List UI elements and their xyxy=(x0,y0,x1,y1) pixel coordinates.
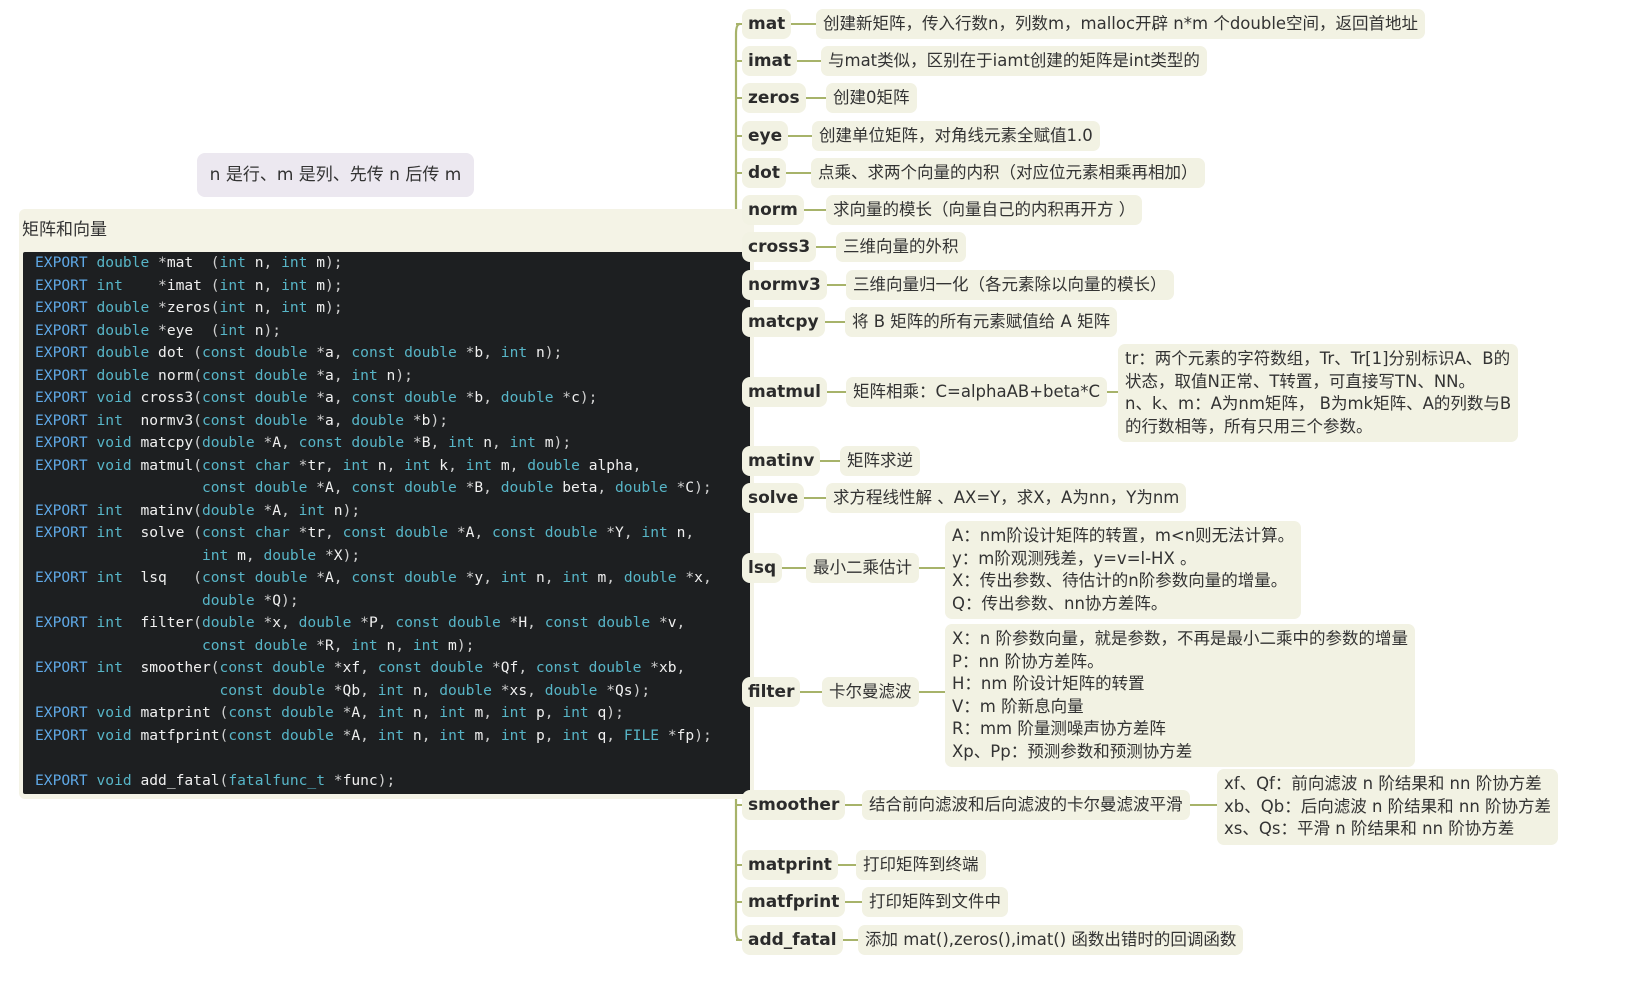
branch-note[interactable]: tr：两个元素的字符数组，Tr、Tr[1]分别标识A、B的 状态，取值N正常、T转… xyxy=(1118,344,1519,442)
code-line: double *Q); xyxy=(201,591,299,609)
branch-description[interactable]: 创建新矩阵，传入行数n，列数m，malloc开辟 n*m 个double空间，返… xyxy=(816,9,1426,39)
branch-node-eye[interactable]: eye xyxy=(742,121,789,151)
branch-node-add-fatal[interactable]: add_fatal xyxy=(742,925,843,955)
central-topic-title: 矩阵和向量 xyxy=(22,220,107,240)
code-line: EXPORT double *zeros(int n, int m); xyxy=(35,299,343,316)
code-line: EXPORT double dot (const double *a, cons… xyxy=(35,344,563,361)
branch-description[interactable]: 与mat类似，区别在于iamt创建的矩阵是int类型的 xyxy=(821,46,1207,76)
branch-node-matfprint[interactable]: matfprint xyxy=(742,887,846,917)
branch-node-cross3[interactable]: cross3 xyxy=(742,232,817,262)
branch-description[interactable]: 矩阵求逆 xyxy=(840,446,920,476)
branch-description[interactable]: 打印矩阵到文件中 xyxy=(862,887,1008,917)
branch-note[interactable]: A：nm阶设计矩阵的转置，m<n则无法计算。 y：m阶观测残差，y=v=l-HX … xyxy=(945,521,1302,619)
branch-description[interactable]: 最小二乘估计 xyxy=(806,553,919,583)
note-line: Q：传出参数、nn协方差阵。 xyxy=(952,593,1168,613)
code-line: int m, double *X); xyxy=(201,546,361,564)
note-line: xf、Qf：前向滤波 n 阶结果和 nn 阶协方差 xyxy=(1224,774,1542,793)
branch-description[interactable]: 结合前向滤波和后向滤波的卡尔曼滤波平滑 xyxy=(862,790,1190,820)
branch-node-zeros[interactable]: zeros xyxy=(742,83,806,113)
code-block: EXPORT double *mat (int n, int m); EXPORT… xyxy=(23,252,750,794)
code-line: EXPORT int filter(double *x, double *P, … xyxy=(35,614,686,631)
branch-node-matprint[interactable]: matprint xyxy=(742,850,838,880)
code-line: EXPORT int smoother(const double *xf, co… xyxy=(35,659,686,676)
branch-description[interactable]: 添加 mat(),zeros(),imat() 函数出错时的回调函数 xyxy=(858,925,1244,955)
code-line: EXPORT double *mat (int n, int m); xyxy=(35,254,343,271)
code-line: const double *A, const double *B, double… xyxy=(201,479,712,496)
code-line: EXPORT int solve (const char *tr, const … xyxy=(35,524,695,541)
branch-node-filter[interactable]: filter xyxy=(742,677,801,707)
branch-description[interactable]: 三维向量归一化（各元素除以向量的模长） xyxy=(846,270,1174,300)
branch-note[interactable]: X：n 阶参数向量，就是参数，不再是最小二乘中的参数的增量 P：nn 阶协方差阵。… xyxy=(945,624,1416,767)
branch-description[interactable]: 创建单位矩阵，对角线元素全赋值1.0 xyxy=(812,121,1100,151)
branch-node-matcpy[interactable]: matcpy xyxy=(742,307,825,337)
branch-node-mat[interactable]: mat xyxy=(742,9,792,39)
branch-node-norm[interactable]: norm xyxy=(742,195,804,225)
branch-node-lsq[interactable]: lsq xyxy=(742,553,783,583)
branch-node-smoother[interactable]: smoother xyxy=(742,790,846,820)
branch-description[interactable]: 求向量的模长（向量自己的内积再开方 ） xyxy=(826,195,1143,225)
note-line: 状态，取值N正常、T转置，可直接写TN、NN。 xyxy=(1125,371,1476,391)
note-line: tr：两个元素的字符数组，Tr、Tr[1]分别标识A、B的 xyxy=(1125,349,1511,368)
branch-description[interactable]: 将 B 矩阵的所有元素赋值给 A 矩阵 xyxy=(845,307,1118,337)
note-line: X：传出参数、待估计的n阶参数向量的增量。 xyxy=(952,571,1288,590)
note-line: A：nm阶设计矩阵的转置，m<n则无法计算。 xyxy=(952,526,1295,545)
branch-node-solve[interactable]: solve xyxy=(742,483,805,513)
note-line: n、k、m：A为nm矩阵， B为mk矩阵、A的列数与B xyxy=(1125,394,1512,413)
note-line: V：m 阶新息向量 xyxy=(952,696,1084,716)
branch-description[interactable]: 创建0矩阵 xyxy=(826,83,917,113)
branch-note[interactable]: xf、Qf：前向滤波 n 阶结果和 nn 阶协方差 xb、Qb：后向滤波 n 阶结… xyxy=(1217,769,1559,845)
branch-node-matmul[interactable]: matmul xyxy=(742,377,827,407)
branch-description[interactable]: 卡尔曼滤波 xyxy=(822,677,919,707)
branch-description[interactable]: 打印矩阵到终端 xyxy=(856,850,986,880)
note-line: Xp、Pp：预测参数和预测协方差 xyxy=(952,741,1193,761)
code-line: EXPORT void matprint (const double *A, i… xyxy=(35,704,624,721)
code-line: EXPORT int matinv(double *A, int n); xyxy=(35,501,361,519)
central-topic[interactable]: 矩阵和向量 EXPORT double *mat (int n, int m);… xyxy=(19,209,754,799)
note-line: y：m阶观测残差，y=v=l-HX 。 xyxy=(952,548,1197,568)
branch-node-normv3[interactable]: normv3 xyxy=(742,270,827,300)
note-line: X：n 阶参数向量，就是参数，不再是最小二乘中的参数的增量 xyxy=(952,629,1409,648)
branch-node-matinv[interactable]: matinv xyxy=(742,446,821,476)
code-line: EXPORT int normv3(const double *a, doubl… xyxy=(35,411,449,429)
note-line: P：nn 阶协方差阵。 xyxy=(952,651,1104,671)
code-line: EXPORT int *imat (int n, int m); xyxy=(35,276,343,294)
code-line: EXPORT int lsq (const double *A, const d… xyxy=(35,569,712,586)
code-line: EXPORT void matfprint(const double *A, i… xyxy=(35,726,712,744)
note-line: H：nm 阶设计矩阵的转置 xyxy=(952,674,1145,693)
note-line: xb、Qb：后向滤波 n 阶结果和 nn 阶协方差 xyxy=(1224,796,1552,816)
branch-description[interactable]: 三维向量的外积 xyxy=(836,232,966,262)
note-line: R：mm 阶量测噪声协方差阵 xyxy=(952,719,1166,738)
floating-note: n 是行、m 是列、先传 n 后传 m xyxy=(197,153,474,197)
code-line: EXPORT void matcpy(double *A, const doub… xyxy=(35,434,572,451)
note-line: 的行数相等，所有只用三个参数。 xyxy=(1125,416,1373,436)
branch-description[interactable]: 矩阵相乘：C=alphaAB+beta*C xyxy=(846,377,1107,407)
branch-description[interactable]: 求方程线性解 、AX=Y，求X，A为nn，Y为nm xyxy=(826,483,1187,513)
code-line: EXPORT double *eye (int n); xyxy=(35,321,282,339)
branch-node-dot[interactable]: dot xyxy=(742,158,786,188)
code-line: EXPORT void matmul(const char *tr, int n… xyxy=(35,456,642,474)
branch-node-imat[interactable]: imat xyxy=(742,46,798,76)
branch-description[interactable]: 点乘、求两个向量的内积（对应位元素相乘再相加） xyxy=(811,158,1205,188)
code-line: EXPORT void add_fatal(fatalfunc_t *func)… xyxy=(35,771,396,789)
code-line: EXPORT double norm(const double *a, int … xyxy=(35,366,413,384)
code-line: const double *R, int n, int m); xyxy=(201,636,475,654)
code-line: EXPORT void cross3(const double *a, cons… xyxy=(35,389,598,406)
code-line: const double *Qb, int n, double *xs, dou… xyxy=(219,681,651,699)
note-line: xs、Qs：平滑 n 阶结果和 nn 阶协方差 xyxy=(1224,819,1515,838)
